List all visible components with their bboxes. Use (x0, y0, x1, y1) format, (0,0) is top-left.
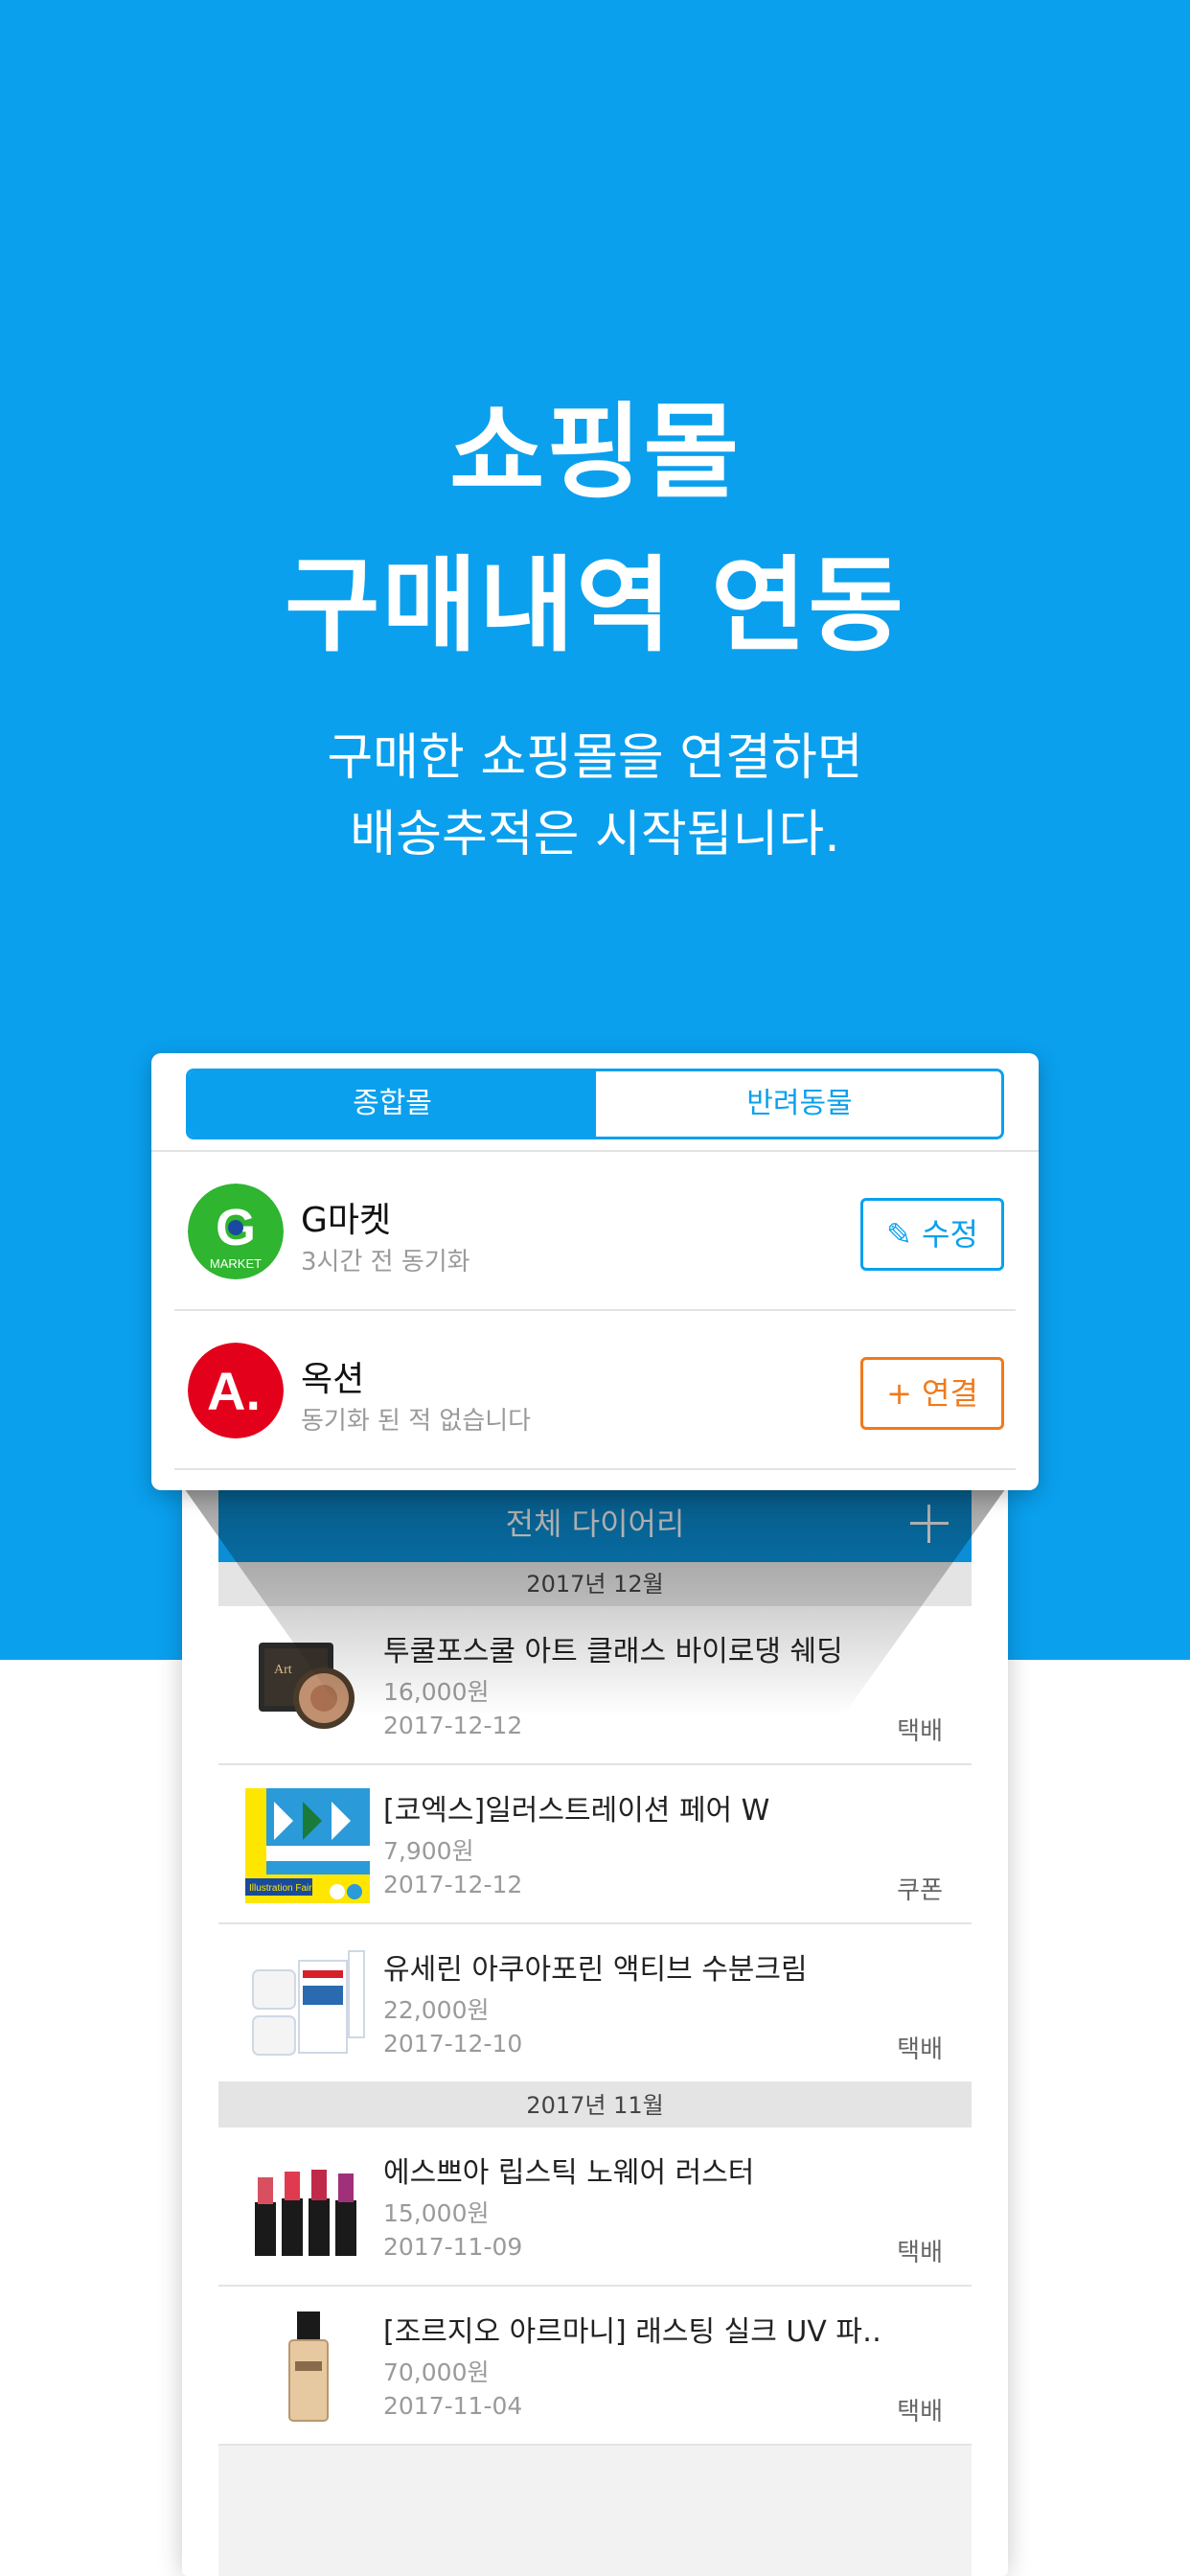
svg-text:Illustration Fair: Illustration Fair (249, 1883, 312, 1894)
item-name: 에스쁘아 립스틱 노웨어 러스터 (383, 2156, 755, 2190)
item-price: 7,900원 (383, 1837, 474, 1865)
product-thumb-lipstick (255, 2170, 356, 2256)
hero-subtitle-line2: 배송추적은 시작됩니다. (350, 806, 840, 863)
mall-row-auction[interactable]: A. 옥션 동기화 된 적 없습니다 + 연결 (151, 1311, 1039, 1470)
mall-name: 옥션 (301, 1360, 365, 1399)
phone-mockup: 전체 다이어리 2017년 12월 Art 투쿨포스쿨 아트 클래스 바이로댕 … (182, 1485, 1008, 2576)
list-item[interactable]: 에스쁘아 립스틱 노웨어 러스터 15,000원 2017-11-09 택배 (218, 2128, 972, 2287)
tab-general[interactable]: 종합몰 (189, 1071, 596, 1137)
svg-text:A.: A. (207, 1361, 261, 1421)
item-name: [조르지오 아르마니] 래스팅 실크 UV 파… (383, 2315, 881, 2349)
item-price: 16,000원 (383, 1678, 490, 1706)
list-item[interactable]: Illustration Fair [코엑스]일러스트레이션 페어 W 7,90… (218, 1765, 972, 1924)
tab-pet[interactable]: 반려동물 (596, 1071, 1001, 1137)
plus-icon[interactable] (906, 1501, 952, 1547)
section-header-nov: 2017년 11월 (218, 2083, 972, 2128)
product-thumb-fair: Illustration Fair (245, 1788, 370, 1903)
section-header-dec: 2017년 12월 (218, 1562, 972, 1606)
item-date: 2017-12-12 (383, 1871, 523, 1898)
diary-screen: 전체 다이어리 2017년 12월 Art 투쿨포스쿨 아트 클래스 바이로댕 … (218, 1485, 972, 2576)
list-item[interactable]: [조르지오 아르마니] 래스팅 실크 UV 파… 70,000원 2017-11… (218, 2287, 972, 2446)
divider (174, 1468, 1016, 1470)
list-item[interactable]: Art 투쿨포스쿨 아트 클래스 바이로댕 쉐딩 16,000원 2017-12… (218, 1606, 972, 1765)
item-delivery-type: 택배 (897, 2036, 943, 2064)
product-thumb-cream (252, 1950, 365, 2056)
product-thumb-foundation (288, 2312, 329, 2422)
product-thumb-shading: Art (259, 1643, 355, 1729)
svg-text:MARKET: MARKET (210, 1256, 262, 1271)
item-name: [코엑스]일러스트레이션 페어 W (383, 1794, 770, 1828)
hero-title-line1: 쇼핑몰 (448, 393, 742, 513)
mall-row-gmarket[interactable]: G MARKET G마켓 3시간 전 동기화 ✎ 수정 (151, 1152, 1039, 1311)
item-price: 70,000원 (383, 2358, 490, 2386)
item-delivery-type: 택배 (897, 1717, 943, 1746)
connect-button[interactable]: + 연결 (860, 1357, 1004, 1430)
item-date: 2017-11-09 (383, 2233, 523, 2261)
hero-title-line2: 구매내역 연동 (285, 546, 905, 666)
edit-button[interactable]: ✎ 수정 (860, 1198, 1004, 1271)
category-tabs: 종합몰 반려동물 (186, 1069, 1004, 1139)
mall-name: G마켓 (301, 1201, 392, 1240)
item-delivery-type: 택배 (897, 2398, 943, 2426)
hero-subtitle-line1: 구매한 쇼핑몰을 연결하면 (327, 729, 863, 787)
item-price: 22,000원 (383, 1996, 490, 2024)
svg-text:Art: Art (274, 1663, 292, 1677)
gmarket-logo: G MARKET (188, 1184, 284, 1279)
list-item[interactable]: 유세린 아쿠아포린 액티브 수분크림 22,000원 2017-12-10 택배 (218, 1924, 972, 2083)
item-price: 15,000원 (383, 2199, 490, 2227)
item-name: 유세린 아쿠아포린 액티브 수분크림 (383, 1953, 808, 1987)
item-date: 2017-11-04 (383, 2392, 523, 2420)
mall-connect-card: 종합몰 반려동물 G MARKET G마켓 3시간 전 동기화 ✎ 수정 A. … (151, 1053, 1039, 1490)
mall-sync-status: 3시간 전 동기화 (301, 1248, 470, 1276)
mall-sync-status: 동기화 된 적 없습니다 (301, 1407, 532, 1436)
item-name: 투쿨포스쿨 아트 클래스 바이로댕 쉐딩 (383, 1635, 843, 1668)
diary-title: 전체 다이어리 (505, 1506, 685, 1542)
item-delivery-type: 쿠폰 (897, 1876, 943, 1905)
auction-logo: A. (188, 1343, 284, 1438)
item-date: 2017-12-10 (383, 2030, 523, 2058)
item-delivery-type: 택배 (897, 2239, 943, 2267)
item-date: 2017-12-12 (383, 1712, 523, 1739)
diary-header: 전체 다이어리 (218, 1485, 972, 1562)
